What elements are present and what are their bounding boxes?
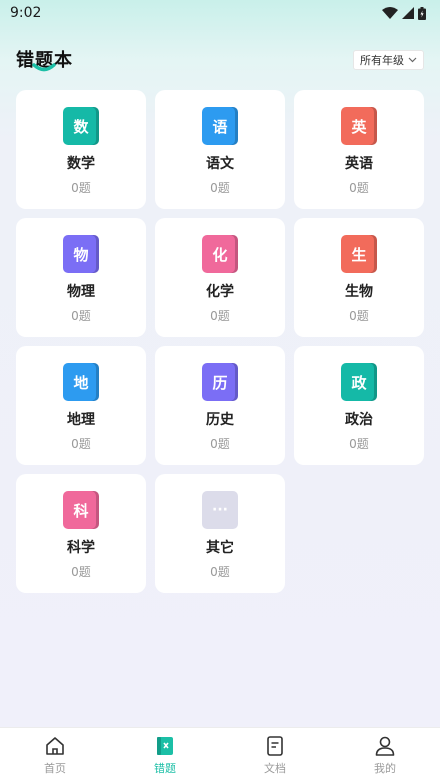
grade-filter-select[interactable]: 所有年级 <box>353 50 424 70</box>
subject-card-geography[interactable]: 地 地理 0题 <box>16 346 146 465</box>
tab-documents[interactable]: 文档 <box>220 728 330 782</box>
tab-label: 首页 <box>44 761 66 775</box>
subject-icon-english: 英 <box>341 107 377 145</box>
status-icons <box>382 6 426 20</box>
chevron-down-icon <box>408 57 417 63</box>
tab-label: 文档 <box>264 761 286 775</box>
subject-name: 语文 <box>206 156 234 172</box>
subject-name: 数学 <box>67 156 95 172</box>
tab-profile[interactable]: 我的 <box>330 728 440 782</box>
subject-name: 化学 <box>206 284 234 300</box>
more-dots-icon: ··· <box>202 491 238 529</box>
subject-card-science[interactable]: 科 科学 0题 <box>16 474 146 593</box>
subject-card-history[interactable]: 历 历史 0题 <box>155 346 285 465</box>
subject-icon-science: 科 <box>63 491 99 529</box>
subject-card-physics[interactable]: 物 物理 0题 <box>16 218 146 337</box>
wifi-icon <box>382 7 398 19</box>
status-time: 9:02 <box>10 5 42 21</box>
subject-count: 0题 <box>349 437 369 451</box>
status-bar: 9:02 <box>0 0 440 26</box>
header: 错题本 所有年级 <box>0 40 440 80</box>
subject-icon-biology: 生 <box>341 235 377 273</box>
subject-name: 地理 <box>67 412 95 428</box>
subject-count: 0题 <box>210 437 230 451</box>
subject-name: 物理 <box>67 284 95 300</box>
subject-icon-physics: 物 <box>63 235 99 273</box>
subject-name: 历史 <box>206 412 234 428</box>
tab-wrongbook[interactable]: 错题 <box>110 728 220 782</box>
subject-card-chemistry[interactable]: 化 化学 0题 <box>155 218 285 337</box>
subject-count: 0题 <box>210 309 230 323</box>
subject-count: 0题 <box>349 181 369 195</box>
grade-filter-label: 所有年级 <box>360 54 404 67</box>
subject-name: 英语 <box>345 156 373 172</box>
subject-icon-politics: 政 <box>341 363 377 401</box>
wrongbook-icon <box>157 736 173 755</box>
subject-grid: 数 数学 0题 语 语文 0题 英 英语 0题 物 物理 0题 化 化学 0题 … <box>16 90 424 593</box>
tab-label: 我的 <box>374 761 396 775</box>
document-icon <box>267 735 283 756</box>
tab-home[interactable]: 首页 <box>0 728 110 782</box>
subject-card-math[interactable]: 数 数学 0题 <box>16 90 146 209</box>
subject-count: 0题 <box>71 181 91 195</box>
battery-icon <box>418 6 426 20</box>
user-icon <box>375 736 395 756</box>
subject-name: 科学 <box>67 540 95 556</box>
title-underline-decoration <box>32 63 56 72</box>
subject-icon-geography: 地 <box>63 363 99 401</box>
subject-count: 0题 <box>349 309 369 323</box>
subject-icon-chemistry: 化 <box>202 235 238 273</box>
tab-label: 错题 <box>154 761 176 775</box>
bottom-tab-bar: 首页 错题 文档 我的 <box>0 727 440 782</box>
subject-name: 政治 <box>345 412 373 428</box>
subject-count: 0题 <box>210 181 230 195</box>
home-icon <box>46 736 64 755</box>
signal-icon <box>402 7 414 19</box>
subject-card-chinese[interactable]: 语 语文 0题 <box>155 90 285 209</box>
subject-icon-chinese: 语 <box>202 107 238 145</box>
subject-count: 0题 <box>71 437 91 451</box>
subject-icon-history: 历 <box>202 363 238 401</box>
subject-card-politics[interactable]: 政 政治 0题 <box>294 346 424 465</box>
subject-count: 0题 <box>71 309 91 323</box>
subject-card-english[interactable]: 英 英语 0题 <box>294 90 424 209</box>
subject-card-other[interactable]: ··· 其它 0题 <box>155 474 285 593</box>
subject-icon-math: 数 <box>63 107 99 145</box>
subject-count: 0题 <box>71 565 91 579</box>
subject-name: 生物 <box>345 284 373 300</box>
subject-name: 其它 <box>206 540 234 556</box>
subject-count: 0题 <box>210 565 230 579</box>
subject-card-biology[interactable]: 生 生物 0题 <box>294 218 424 337</box>
